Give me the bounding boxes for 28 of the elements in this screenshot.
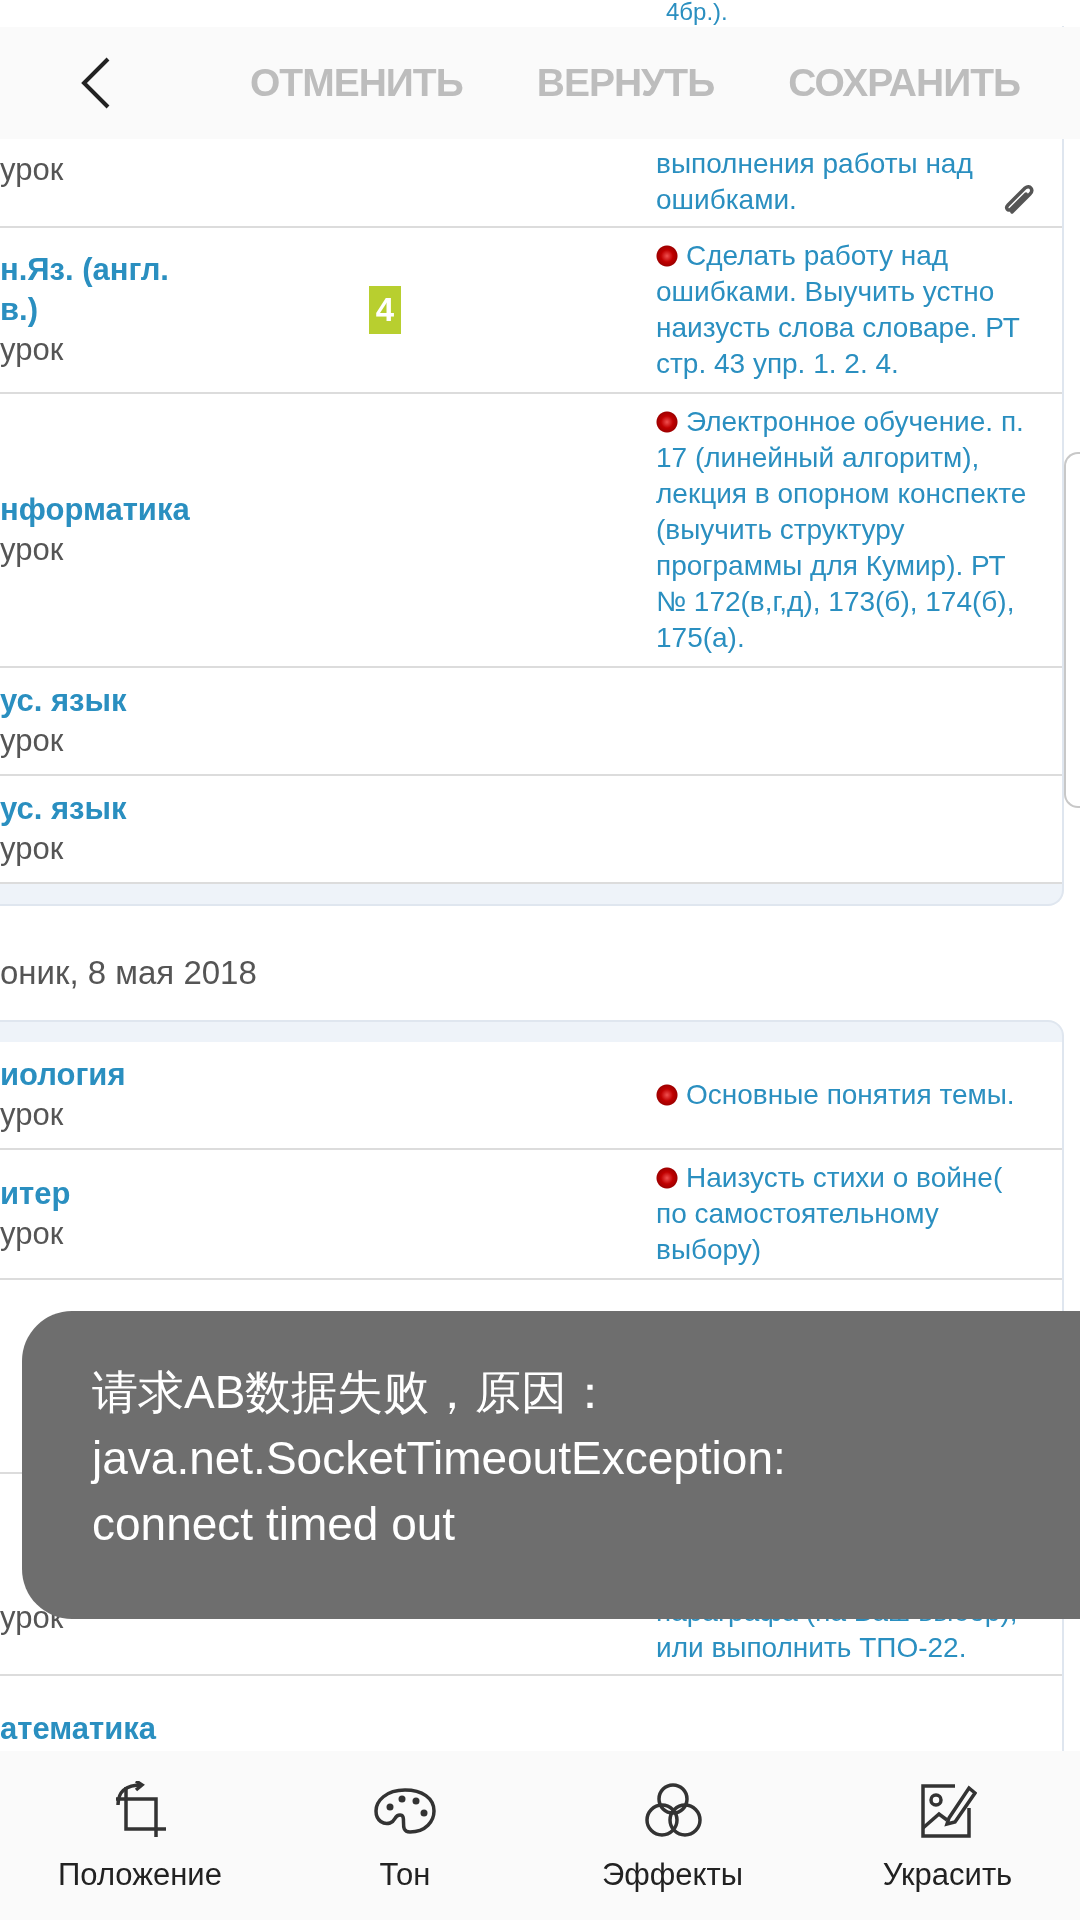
tool-label[interactable]: Положение	[58, 1857, 222, 1893]
tool-label[interactable]: Украсить	[882, 1857, 1013, 1893]
tool-label[interactable]: Эффекты	[602, 1857, 743, 1893]
image-edit-icon[interactable]	[918, 1782, 977, 1840]
lesson-type: урок	[0, 331, 64, 369]
paperclip-icon[interactable]	[1002, 182, 1036, 216]
subject-name: н.Яз. (англ. в.)	[0, 251, 169, 329]
subject-name: атематика	[0, 1710, 156, 1748]
palette-icon[interactable]	[374, 1787, 436, 1835]
lesson-type: урок	[0, 1215, 64, 1253]
lesson-type: урок	[0, 722, 64, 760]
subject-name: иология	[0, 1056, 126, 1094]
lesson-type: урок	[0, 531, 64, 569]
scroll-handle[interactable]	[1064, 452, 1080, 808]
subject-name: ус. язык	[0, 790, 127, 828]
lesson-type: урок	[0, 830, 64, 868]
subject-name: нформатика	[0, 491, 190, 529]
subject-name: ус. язык	[0, 682, 127, 720]
lesson-type: урок	[0, 1096, 64, 1134]
tool-label[interactable]: Тон	[379, 1857, 431, 1893]
circles-icon[interactable]	[643, 1782, 702, 1840]
day-heading: оник, 8 мая 2018	[0, 953, 257, 993]
subject-name: итер	[0, 1175, 71, 1213]
homework-text: 4бр.).	[666, 0, 728, 26]
homework-text[interactable]: выполнения работы над ошибками.	[656, 146, 996, 218]
toast-message: 请求AB数据失败，原因：java.net.SocketTimeoutException: connect timed out	[92, 1365, 787, 1552]
grade-badge: 4	[368, 286, 402, 334]
lesson-type: урок	[0, 151, 64, 189]
